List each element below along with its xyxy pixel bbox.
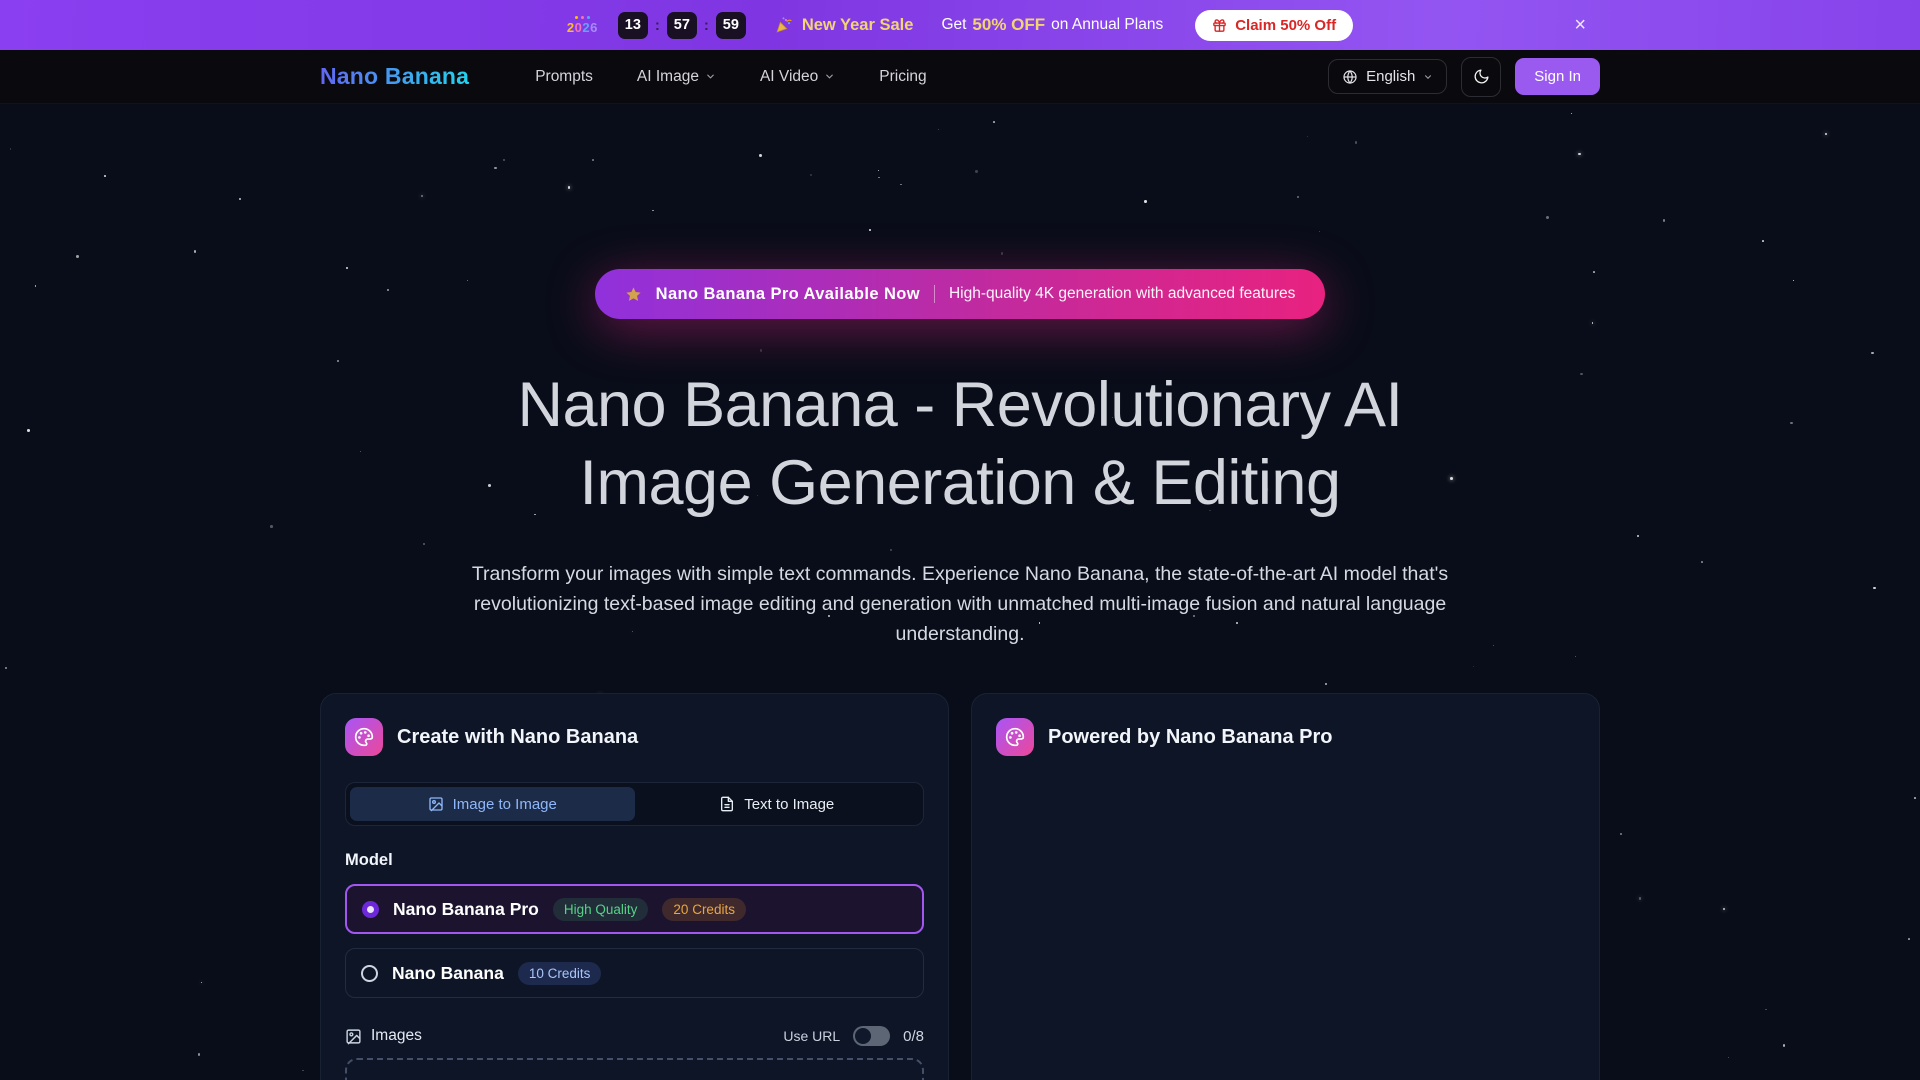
announcement-title: Nano Banana Pro Available Now — [656, 285, 920, 304]
year-2026-badge: 2026 — [567, 16, 598, 34]
chevron-down-icon — [1423, 72, 1433, 82]
page-title-line2: Image Generation & Editing — [580, 448, 1341, 518]
images-section-label: Images — [371, 1027, 422, 1045]
party-popper-icon — [774, 16, 793, 35]
countdown-minutes: 57 — [667, 12, 697, 39]
globe-icon — [1342, 69, 1358, 85]
brand-logo[interactable]: Nano Banana — [320, 63, 469, 90]
radio-unselected-icon — [361, 965, 378, 982]
offer-prefix: Get — [941, 16, 966, 34]
gift-icon — [1212, 18, 1227, 33]
chevron-down-icon — [824, 71, 835, 82]
confetti-dots — [575, 16, 590, 19]
create-panel-title: Create with Nano Banana — [397, 726, 638, 749]
promo-banner: 2026 13 : 57 : 59 New Year Sale Get 50% … — [0, 0, 1920, 50]
quality-badge: High Quality — [553, 898, 649, 921]
document-icon — [719, 796, 735, 812]
nav-item-label: AI Image — [637, 68, 699, 86]
countdown-separator: : — [655, 17, 660, 34]
page-title-line1: Nano Banana - Revolutionary AI — [517, 370, 1402, 440]
nav-item-label: AI Video — [760, 68, 818, 86]
cards-row: Create with Nano Banana Image to Image T… — [320, 693, 1600, 1080]
tab-text-to-image[interactable]: Text to Image — [635, 787, 920, 821]
announcement-subtitle: High-quality 4K generation with advanced… — [949, 285, 1295, 303]
preview-panel: Powered by Nano Banana Pro — [971, 693, 1600, 1080]
model-name: Nano Banana — [392, 963, 504, 984]
preview-panel-title: Powered by Nano Banana Pro — [1048, 726, 1333, 749]
offer-text: Get 50% OFF on Annual Plans — [941, 15, 1163, 35]
credits-badge: 20 Credits — [662, 898, 746, 921]
divider — [934, 285, 935, 303]
sale-title: New Year Sale — [802, 16, 914, 35]
create-panel: Create with Nano Banana Image to Image T… — [320, 693, 949, 1080]
nav-item-prompts[interactable]: Prompts — [535, 68, 593, 86]
model-section-label: Model — [345, 851, 924, 870]
nav-item-pricing[interactable]: Pricing — [879, 68, 926, 86]
hero-description: Transform your images with simple text c… — [450, 559, 1470, 649]
model-option-nano-banana[interactable]: Nano Banana 10 Credits — [345, 948, 924, 998]
credits-badge: 10 Credits — [518, 962, 602, 985]
palette-icon — [996, 718, 1034, 756]
image-upload-counter: 0/8 — [903, 1028, 924, 1045]
star-icon — [625, 286, 642, 303]
offer-suffix: on Annual Plans — [1051, 16, 1163, 34]
moon-icon — [1473, 68, 1490, 85]
image-upload-dropzone[interactable] — [345, 1058, 924, 1080]
theme-toggle-button[interactable] — [1461, 57, 1501, 97]
chevron-down-icon — [705, 71, 716, 82]
year-2026-text: 2026 — [567, 21, 598, 34]
language-label: English — [1366, 68, 1415, 85]
toggle-knob — [855, 1028, 871, 1044]
mode-tabs: Image to Image Text to Image — [345, 782, 924, 826]
model-name: Nano Banana Pro — [393, 899, 539, 920]
tab-label: Text to Image — [744, 796, 834, 813]
claim-offer-button[interactable]: Claim 50% Off — [1195, 10, 1353, 41]
palette-icon — [345, 718, 383, 756]
page-title: Nano Banana - Revolutionary AI Image Gen… — [517, 366, 1402, 522]
language-selector[interactable]: English — [1328, 59, 1447, 94]
banner-close-button[interactable]: × — [1574, 15, 1586, 35]
nav-item-ai-image[interactable]: AI Image — [637, 68, 716, 86]
nav-item-label: Pricing — [879, 68, 926, 86]
tab-label: Image to Image — [453, 796, 557, 813]
hero-section: Nano Banana Pro Available Now High-quali… — [0, 104, 1920, 649]
model-option-nano-banana-pro[interactable]: Nano Banana Pro High Quality 20 Credits — [345, 884, 924, 934]
nav-links: Prompts AI Image AI Video Pricing — [535, 68, 926, 86]
pro-announcement-banner[interactable]: Nano Banana Pro Available Now High-quali… — [595, 269, 1326, 319]
image-icon — [345, 1028, 362, 1045]
radio-selected-icon — [362, 901, 379, 918]
offer-highlight: 50% OFF — [972, 15, 1045, 35]
nav-item-ai-video[interactable]: AI Video — [760, 68, 835, 86]
tab-image-to-image[interactable]: Image to Image — [350, 787, 635, 821]
use-url-toggle[interactable] — [853, 1026, 890, 1046]
sign-in-button[interactable]: Sign In — [1515, 58, 1600, 95]
image-icon — [428, 796, 444, 812]
countdown-separator: : — [704, 17, 709, 34]
countdown-hours: 13 — [618, 12, 648, 39]
countdown-timer: 13 : 57 : 59 — [618, 12, 746, 39]
nav-item-label: Prompts — [535, 68, 593, 86]
countdown-seconds: 59 — [716, 12, 746, 39]
main-content: Nano Banana Pro Available Now High-quali… — [0, 104, 1920, 1080]
top-navbar: Nano Banana Prompts AI Image AI Video Pr… — [0, 50, 1920, 104]
use-url-label: Use URL — [783, 1028, 840, 1044]
claim-offer-label: Claim 50% Off — [1235, 17, 1336, 34]
